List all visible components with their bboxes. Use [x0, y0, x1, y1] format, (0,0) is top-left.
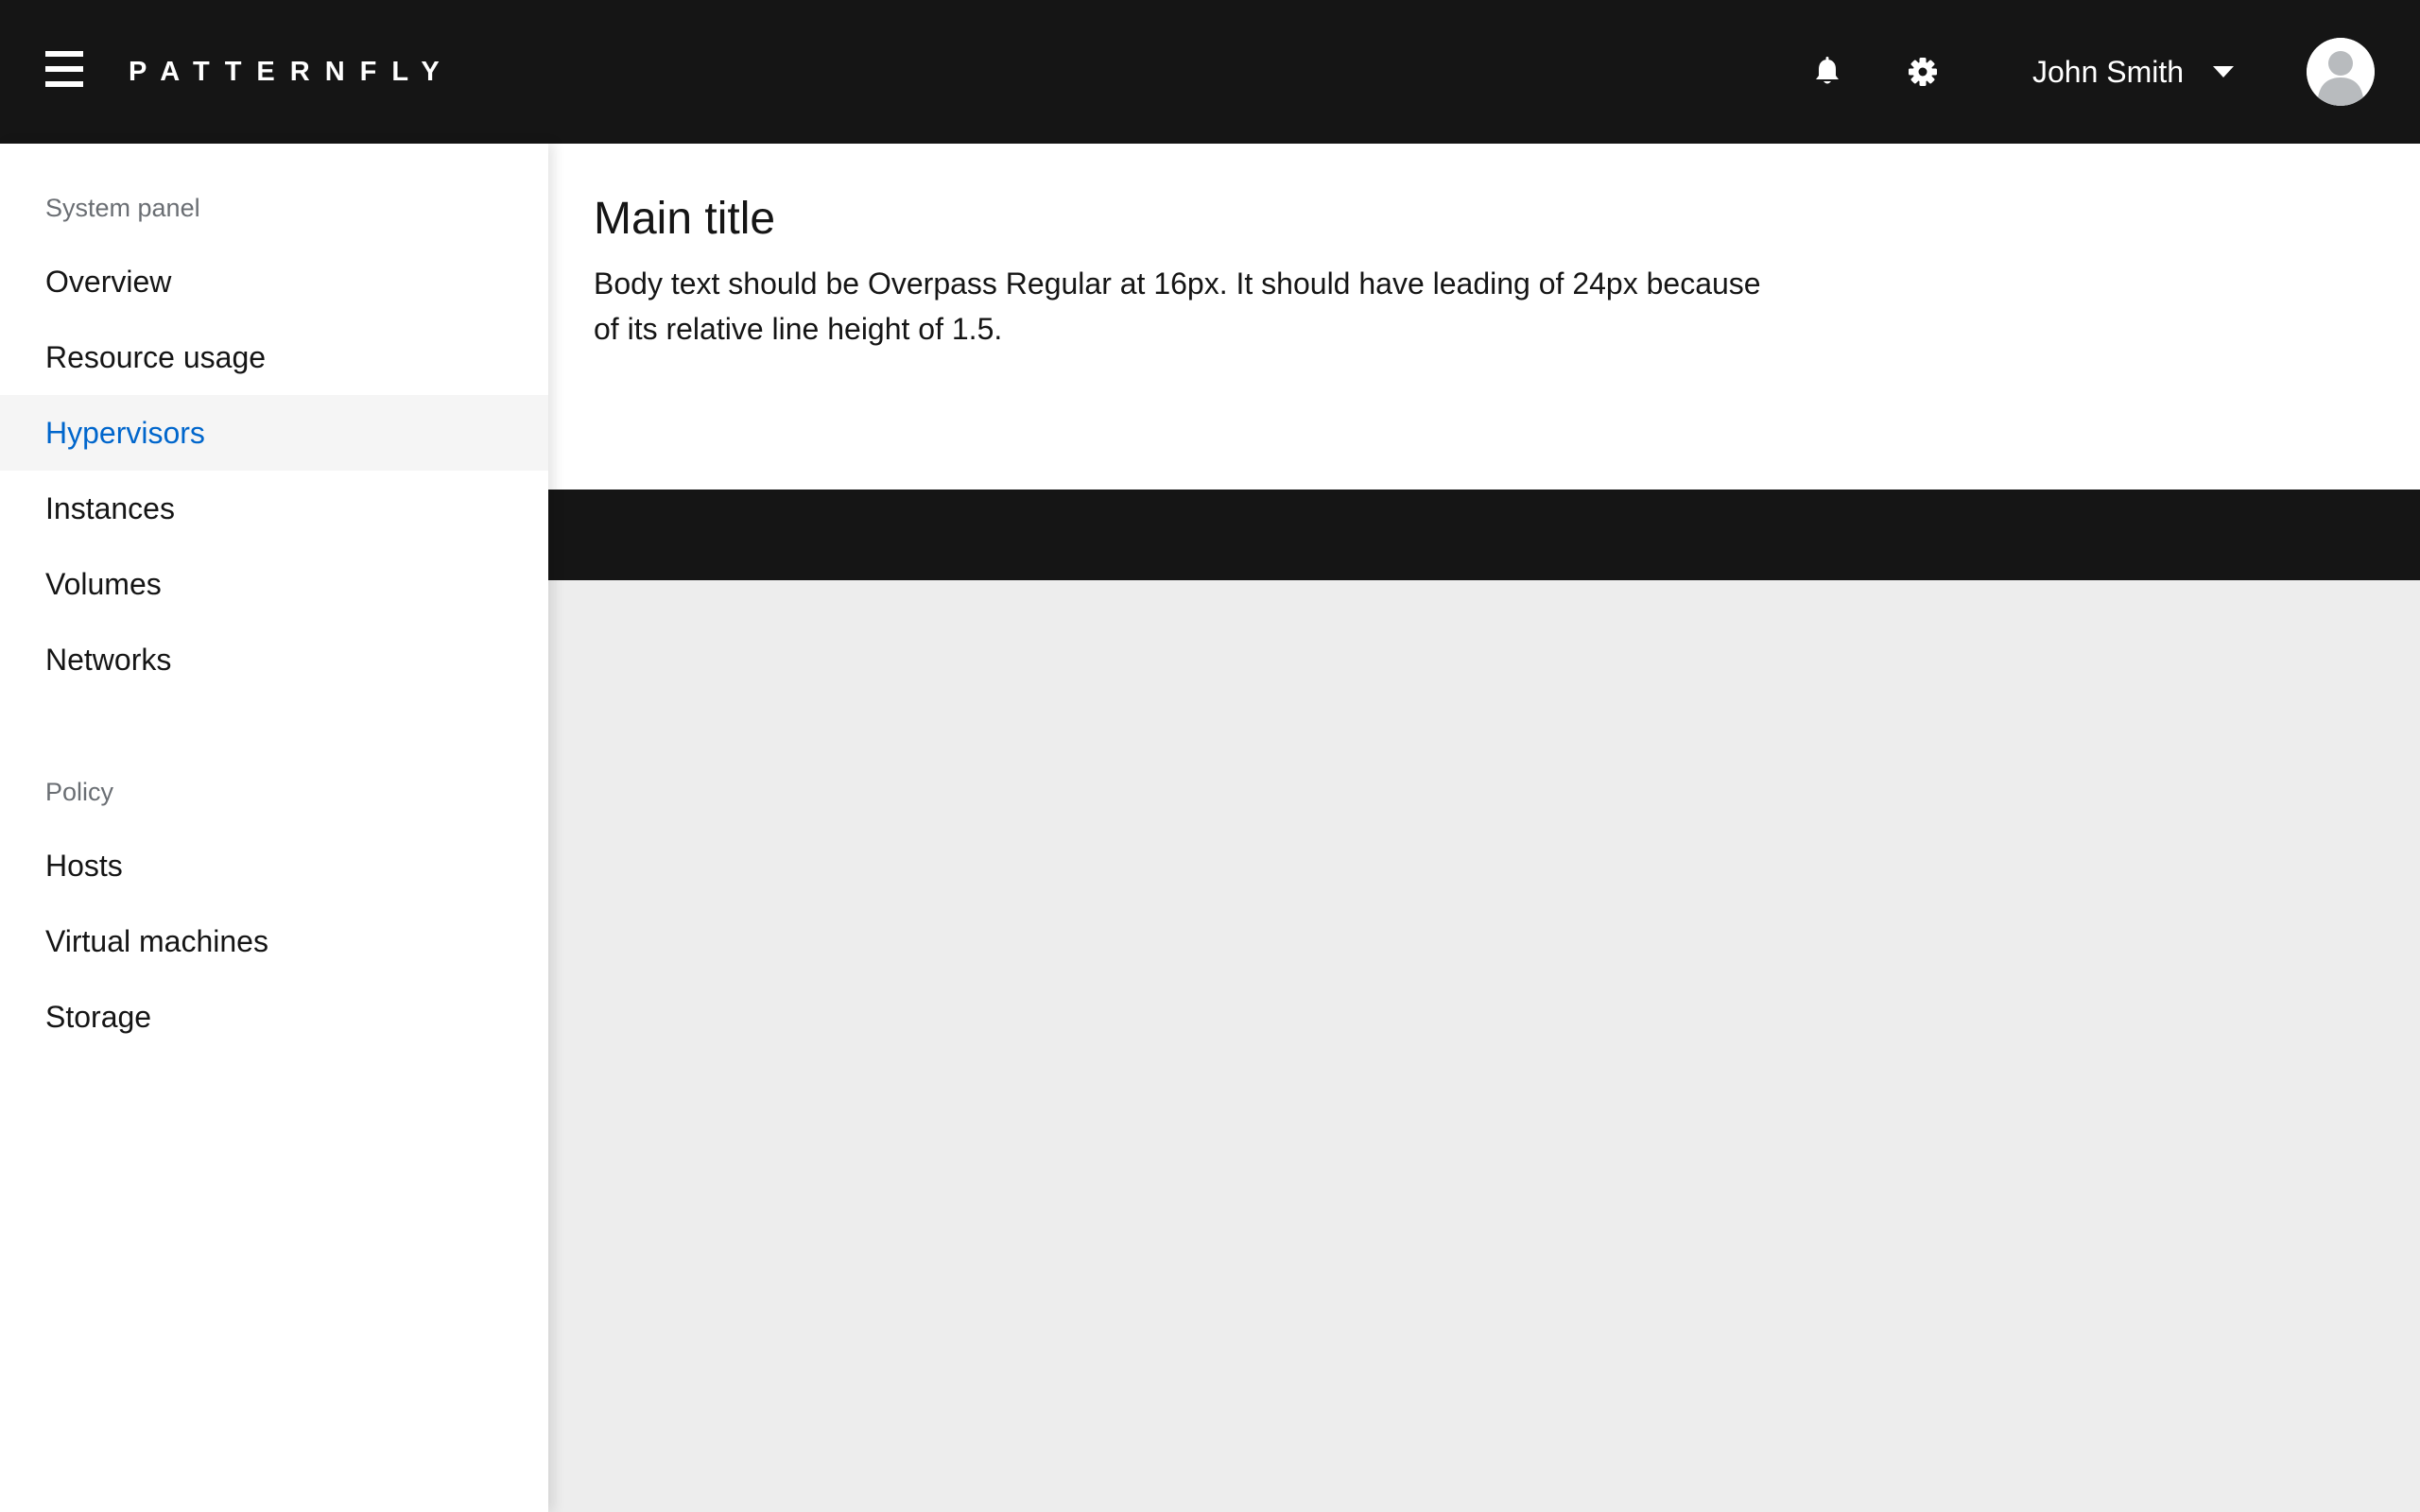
gear-icon[interactable] — [1898, 47, 1947, 96]
hamburger-menu-icon[interactable] — [38, 47, 91, 96]
sidebar-item-hypervisors[interactable]: Hypervisors — [0, 395, 548, 471]
masthead: PATTERNFLY John Smith — [0, 0, 2420, 144]
nav-section-title-policy: Policy — [45, 778, 114, 806]
sidebar-item-networks[interactable]: Networks — [0, 622, 548, 697]
sidebar-item-volumes[interactable]: Volumes — [0, 546, 548, 622]
bell-icon[interactable] — [1803, 47, 1852, 96]
page-body-text: Body text should be Overpass Regular at … — [594, 266, 1761, 346]
caret-down-icon — [2212, 65, 2235, 78]
sidebar-item-storage[interactable]: Storage — [0, 979, 548, 1055]
sidebar-item-overview[interactable]: Overview — [0, 244, 548, 319]
light-page-section — [548, 580, 2420, 1512]
user-avatar-icon[interactable] — [2307, 38, 2375, 106]
page-header-section: Main title Body text should be Overpass … — [548, 144, 2420, 490]
user-name: John Smith — [2032, 55, 2185, 89]
page-title: Main title — [594, 194, 776, 244]
user-dropdown[interactable]: John Smith — [2032, 45, 2235, 98]
brand-logo[interactable]: PATTERNFLY — [129, 53, 455, 91]
sidebar-item-instances[interactable]: Instances — [0, 471, 548, 546]
sidebar-item-virtual-machines[interactable]: Virtual machines — [0, 903, 548, 979]
sidebar-item-resource-usage[interactable]: Resource usage — [0, 319, 548, 395]
nav-section-title-system-panel: System panel — [45, 194, 200, 222]
sidebar-item-hosts[interactable]: Hosts — [0, 828, 548, 903]
dark-page-section — [548, 490, 2420, 580]
sidebar-nav: System panel Overview Resource usage Hyp… — [0, 144, 548, 1512]
